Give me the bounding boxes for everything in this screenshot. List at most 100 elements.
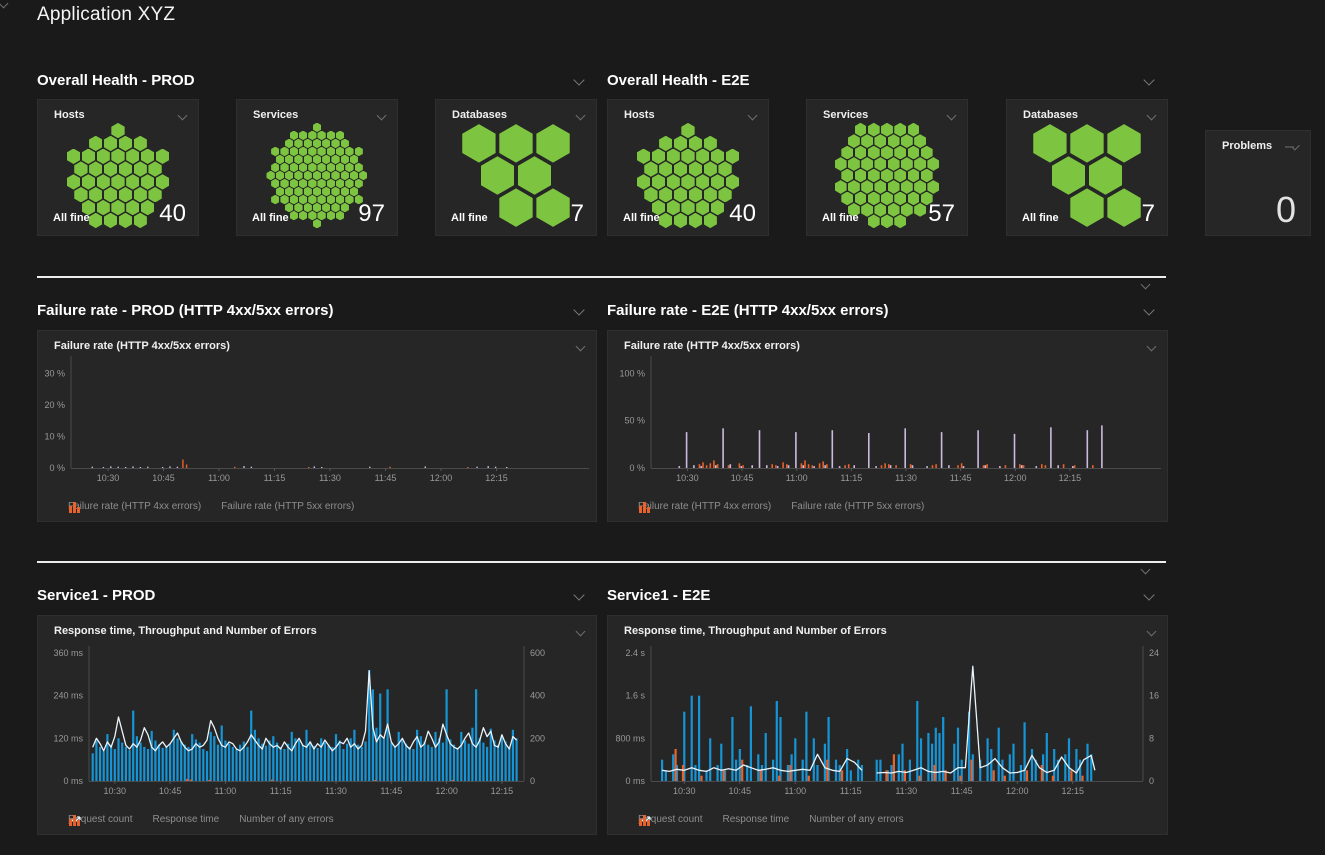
chart-tile-failure-e2e[interactable]: Failure rate (HTTP 4xx/5xx errors) 0 %50…	[607, 330, 1168, 522]
hex-cell	[901, 157, 913, 171]
hex-cell	[304, 187, 312, 197]
tile-title: Failure rate (HTTP 4xx/5xx errors)	[624, 340, 800, 352]
section-header-health-prod: Overall Health - PROD	[37, 70, 597, 90]
chevron-down-icon[interactable]	[1143, 74, 1154, 85]
svg-text:800 ms: 800 ms	[615, 733, 645, 743]
health-tile-services-e2e[interactable]: Services All fine57	[806, 99, 968, 236]
hex-cell	[711, 149, 724, 164]
tile-title: Services	[253, 109, 298, 121]
hex-cell	[881, 146, 893, 160]
hex-cell	[652, 149, 665, 164]
chart-tile-service-prod[interactable]: Response time, Throughput and Number of …	[37, 615, 597, 835]
svg-text:24: 24	[1149, 648, 1159, 658]
chevron-down-icon[interactable]	[178, 111, 188, 121]
hex-cell	[276, 187, 284, 197]
chevron-down-icon[interactable]	[377, 111, 387, 121]
svg-text:12:15: 12:15	[1059, 473, 1082, 483]
dashboard: Application XYZ Overall Health - PROD Ov…	[0, 0, 1325, 855]
hex-cell	[299, 147, 307, 157]
page-title: Application XYZ	[37, 4, 175, 26]
hex-cell	[637, 149, 650, 164]
svg-text:11:30: 11:30	[325, 786, 347, 796]
chevron-down-icon[interactable]	[1147, 342, 1157, 352]
legend-label: Failure rate (HTTP 4xx errors)	[68, 501, 201, 512]
hex-cell	[874, 180, 886, 194]
legend-item[interactable]: Number of any errors	[809, 814, 903, 825]
hex-cell	[148, 161, 161, 176]
legend-item[interactable]: Request count	[638, 814, 703, 825]
problems-count: 0	[1276, 189, 1296, 231]
hex-cell	[327, 147, 335, 157]
hex-cell	[644, 161, 657, 176]
health-tile-databases-prod[interactable]: Databases All fine7	[435, 99, 597, 236]
hex-cell	[914, 180, 926, 194]
hex-cell	[285, 155, 293, 165]
chart-canvas: 0 %50 %100 %10:3010:4511:0011:1511:3011:…	[608, 331, 1169, 523]
hex-cell	[119, 161, 132, 176]
chevron-down-icon[interactable]	[1141, 565, 1151, 575]
legend-item[interactable]: Response time	[723, 814, 790, 825]
chart-tile-service-e2e[interactable]: Response time, Throughput and Number of …	[607, 615, 1168, 835]
chevron-down-icon[interactable]	[1147, 111, 1157, 121]
section-title-health-prod: Overall Health - PROD	[37, 72, 195, 89]
legend-item[interactable]: Failure rate (HTTP 4xx errors)	[68, 501, 201, 512]
hex-cell	[874, 157, 886, 171]
chevron-down-icon[interactable]	[576, 627, 586, 637]
problems-tile[interactable]: Problems 0	[1205, 130, 1311, 236]
legend-label: Response time	[723, 814, 790, 825]
chevron-down-icon[interactable]	[576, 111, 586, 121]
svg-text:0 ms: 0 ms	[63, 776, 83, 786]
legend-item[interactable]: Failure rate (HTTP 5xx errors)	[221, 501, 354, 512]
chevron-down-icon[interactable]	[1143, 589, 1154, 600]
status-label: All fine	[53, 212, 90, 228]
svg-text:30 %: 30 %	[44, 369, 65, 379]
hex-cell	[336, 179, 344, 189]
svg-text:11:00: 11:00	[208, 473, 230, 483]
hex-cell	[345, 179, 353, 189]
health-tile-hosts-prod[interactable]: Hosts All fine40	[37, 99, 199, 236]
hex-cell	[481, 156, 514, 195]
health-tile-services-prod[interactable]: Services All fine97	[236, 99, 398, 236]
chevron-down-icon[interactable]	[573, 304, 584, 315]
svg-text:10:30: 10:30	[673, 786, 696, 796]
hex-cell	[681, 149, 694, 164]
hex-cell	[462, 124, 495, 163]
chevron-down-icon[interactable]	[748, 111, 758, 121]
section-divider	[37, 561, 1166, 563]
chevron-down-icon[interactable]	[1147, 627, 1157, 637]
chevron-down-icon[interactable]	[573, 589, 584, 600]
hex-cell	[667, 174, 680, 189]
health-tile-hosts-e2e[interactable]: Hosts All fine40	[607, 99, 769, 236]
tile-title: Hosts	[624, 109, 655, 121]
chart-tile-failure-prod[interactable]: Failure rate (HTTP 4xx/5xx errors) 0 %10…	[37, 330, 597, 522]
hex-cell	[861, 157, 873, 171]
hex-cell	[881, 169, 893, 183]
legend-item[interactable]: Response time	[153, 814, 220, 825]
hex-cell	[868, 123, 880, 137]
hex-cell	[726, 174, 739, 189]
legend-item[interactable]: Failure rate (HTTP 4xx errors)	[638, 501, 771, 512]
chevron-down-icon[interactable]	[573, 74, 584, 85]
chevron-down-icon[interactable]	[0, 0, 8, 8]
svg-text:8: 8	[1149, 733, 1154, 743]
svg-text:0 %: 0 %	[49, 463, 65, 473]
hex-cell	[848, 134, 860, 148]
hex-cell	[1089, 156, 1122, 195]
chevron-down-icon[interactable]	[1141, 280, 1151, 290]
entity-count: 97	[358, 200, 385, 228]
chevron-down-icon[interactable]	[1292, 143, 1299, 150]
hex-cell	[888, 180, 900, 194]
hex-cell	[355, 163, 363, 173]
chevron-down-icon[interactable]	[1143, 304, 1154, 315]
health-tile-databases-e2e[interactable]: Databases All fine7	[1006, 99, 1168, 236]
legend-item[interactable]: Request count	[68, 814, 133, 825]
hex-cell	[718, 161, 731, 176]
chart-canvas: 0 ms120 ms240 ms360 ms020040060010:3010:…	[38, 616, 598, 836]
chevron-down-icon[interactable]	[576, 342, 586, 352]
hex-cell	[280, 163, 288, 173]
legend-item[interactable]: Number of any errors	[239, 814, 333, 825]
legend-item[interactable]: Failure rate (HTTP 5xx errors)	[791, 501, 924, 512]
chevron-down-icon[interactable]	[947, 111, 957, 121]
hex-cell	[921, 169, 933, 183]
hex-cell	[855, 146, 867, 160]
